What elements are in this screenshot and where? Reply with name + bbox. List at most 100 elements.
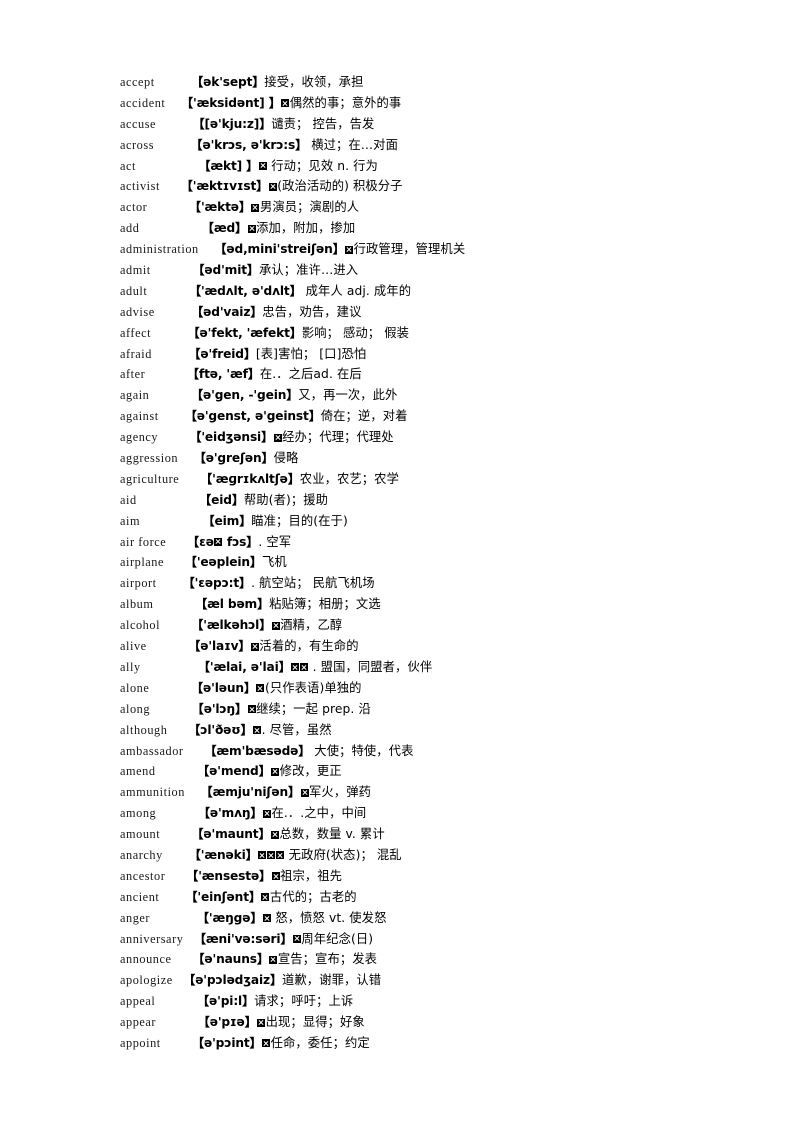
- entry-headword: along: [120, 701, 151, 716]
- dictionary-entry: amend 【ə'mend】 修改，更正: [120, 761, 703, 782]
- entry-definition: 酒精，乙醇: [280, 618, 343, 633]
- missing-glyph-box-icon: [251, 203, 260, 212]
- entry-phonetic: 【ə'pi:l】: [196, 994, 255, 1009]
- dictionary-entry: aid 【eid】帮助(者)；援助: [120, 490, 703, 511]
- entry-headword: appoint: [120, 1035, 161, 1050]
- dictionary-entry: accident 【'æksidənt] 】偶然的事；意外的事: [120, 93, 703, 114]
- entry-phonetic: 【ə'ləun】: [190, 680, 256, 695]
- entry-phonetic: 【ə'nauns】: [192, 952, 269, 967]
- missing-glyph-box-icon: [291, 663, 300, 672]
- entry-headword: actor: [120, 200, 148, 215]
- entry-definition: (政治活动的) 积极分子: [277, 179, 403, 194]
- entry-phonetic: 【'æksidənt] 】: [180, 95, 281, 110]
- entry-phonetic: 【ə'maunt】: [191, 827, 271, 842]
- entry-phonetic: 【əd'mit】: [192, 263, 259, 278]
- entry-phonetic: 【ə'mʌŋ】: [197, 806, 263, 821]
- missing-glyph-box-icon: [258, 162, 267, 171]
- entry-phonetic: 【ə'greʃən】: [193, 451, 274, 466]
- missing-glyph-box-icon: [273, 433, 282, 442]
- entry-headword: appeal: [120, 994, 156, 1009]
- dictionary-entry: affect 【ə'fekt, 'æfekt】影响； 感动； 假装: [120, 323, 703, 344]
- entry-phonetic: 【'æɡrɪkʌltʃə】: [200, 471, 300, 486]
- entry-headword: amend: [120, 764, 156, 779]
- entry-definition: 倚在；逆，对着: [320, 409, 408, 424]
- entry-phonetic: 【æni'və:səri】: [193, 931, 293, 946]
- dictionary-entry: ancient 【'einʃənt】 古代的；古老的: [120, 887, 703, 908]
- entry-phonetic: 【'ælai, ə'lai】: [197, 659, 291, 674]
- entry-phonetic: 【eim】: [202, 513, 252, 528]
- entry-phonetic: 【'eəplein】: [184, 555, 262, 570]
- vocabulary-entry-list: accept 【ək'sept】接受，收领，承担 accident 【'æksidən…: [120, 72, 703, 1054]
- entry-phonetic: 【'ælkəhɔl】: [191, 618, 272, 633]
- dictionary-entry: announce 【ə'nauns】 宣告；宣布；发表: [120, 949, 703, 970]
- entry-definition: . 盟国，同盟者，伙伴: [308, 659, 433, 674]
- entry-definition: 行政管理，管理机关: [353, 242, 466, 257]
- entry-definition: . 尽管，虽然: [261, 722, 332, 737]
- entry-definition: 飞机: [261, 555, 287, 570]
- entry-headword: aid: [120, 492, 137, 507]
- entry-headword: airplane: [120, 555, 164, 570]
- entry-phonetic: 【ə'krɔs, ə'krɔ:s】: [190, 137, 308, 152]
- dictionary-entry: anarchy 【'ænəki】 无政府(状态)； 混乱: [120, 845, 703, 866]
- dictionary-entry: act 【ækt] 】 行动；见效 n. 行为: [120, 156, 703, 177]
- dictionary-entry: accuse 【[ə'kju:z]】谴责； 控告，告发: [120, 114, 703, 135]
- entry-definition: 活着的，有生命的: [259, 639, 359, 654]
- entry-phonetic: 【ə'pɪə】: [197, 1015, 257, 1030]
- entry-definition: 经办；代理；代理处: [282, 430, 394, 445]
- dictionary-entry: administration 【əd,mini'streiʃən】 行政管理，管理机…: [120, 239, 703, 260]
- entry-definition: 怒，愤怒 vt. 使发怒: [271, 910, 387, 925]
- dictionary-entry: alcohol 【'ælkəhɔl】 酒精，乙醇: [120, 615, 703, 636]
- entry-headword: accept: [120, 75, 155, 89]
- dictionary-entry: ambassador 【æm'bæsədə】 大使；特使，代表: [120, 741, 703, 762]
- dictionary-entry: agency 【'eidʒənsi】 经办；代理；代理处: [120, 427, 703, 448]
- entry-headword: anniversary: [120, 931, 184, 946]
- entry-headword: again: [120, 388, 150, 403]
- missing-glyph-box-icon: [281, 99, 290, 108]
- entry-phonetic: 【'æŋgə】: [196, 910, 263, 925]
- entry-phonetic: 【ɔl'ðəʊ】: [188, 722, 253, 737]
- entry-headword: afraid: [120, 346, 152, 361]
- entry-definition: 祖宗，祖先: [280, 868, 343, 883]
- entry-definition: 农业，农艺；农学: [299, 471, 399, 486]
- entry-definition: [表]害怕； [口]恐怕: [255, 346, 367, 361]
- entry-headword: anarchy: [120, 847, 163, 862]
- entry-definition: 周年纪念(日): [301, 931, 374, 946]
- entry-headword: advise: [120, 304, 155, 319]
- entry-phonetic: 【æmju'niʃən】: [200, 785, 301, 800]
- entry-headword: although: [120, 722, 168, 737]
- entry-definition: 古代的；古老的: [269, 889, 357, 904]
- missing-glyph-box-icon: [257, 1018, 266, 1027]
- entry-headword: agency: [120, 430, 159, 445]
- entry-phonetic: 【ækt] 】: [198, 158, 259, 173]
- entry-headword: add: [120, 221, 140, 236]
- entry-definition: 侵略: [273, 451, 299, 466]
- entry-phonetic: 【ə'genst, ə'geinst】: [184, 409, 321, 424]
- dictionary-entry: apologize 【ə'pɔlədʒaiz】道歉，谢罪，认错: [120, 970, 703, 991]
- entry-phonetic: 【ə'laɪv】: [188, 639, 251, 654]
- dictionary-entry: amount 【ə'maunt】 总数，数量 v. 累计: [120, 824, 703, 845]
- entry-definition: 忠告，劝告，建议: [262, 304, 362, 319]
- entry-phonetic: 【ə'pɔint】: [191, 1035, 262, 1050]
- entry-definition: 修改，更正: [279, 764, 342, 779]
- entry-headword: alcohol: [120, 618, 161, 633]
- entry-definition: 道歉，谢罪，认错: [282, 973, 382, 988]
- entry-phonetic: 【'æktə】: [188, 200, 251, 215]
- entry-headword: adult: [120, 283, 148, 298]
- entry-headword: ancestor: [120, 868, 166, 883]
- dictionary-entry: air force 【ɛə fɔs】. 空军: [120, 532, 703, 553]
- dictionary-entry: appear 【ə'pɪə】 出现；显得；好象: [120, 1012, 703, 1033]
- entry-headword: ancient: [120, 889, 160, 904]
- missing-glyph-box-icon: [247, 224, 256, 233]
- entry-definition: . 空军: [258, 534, 292, 549]
- dictionary-entry: appeal 【ə'pi:l】请求；呼吁；上诉: [120, 991, 703, 1012]
- missing-glyph-box-icon: [262, 1039, 271, 1048]
- entry-definition: 在.．.之中，中间: [271, 806, 367, 821]
- entry-headword: amount: [120, 827, 161, 842]
- entry-phonetic: 【ək'sept】: [191, 75, 265, 89]
- entry-definition: 承认；准许…进入: [258, 263, 359, 278]
- dictionary-entry: actor 【'æktə】 男演员；演剧的人: [120, 197, 703, 218]
- entry-phonetic: 【'einʃənt】: [185, 889, 261, 904]
- entry-phonetic: 【ə'lɔŋ】: [191, 701, 248, 716]
- missing-glyph-box-icon: [250, 642, 259, 651]
- dictionary-entry: although 【ɔl'ðəʊ】 . 尽管，虽然: [120, 720, 703, 741]
